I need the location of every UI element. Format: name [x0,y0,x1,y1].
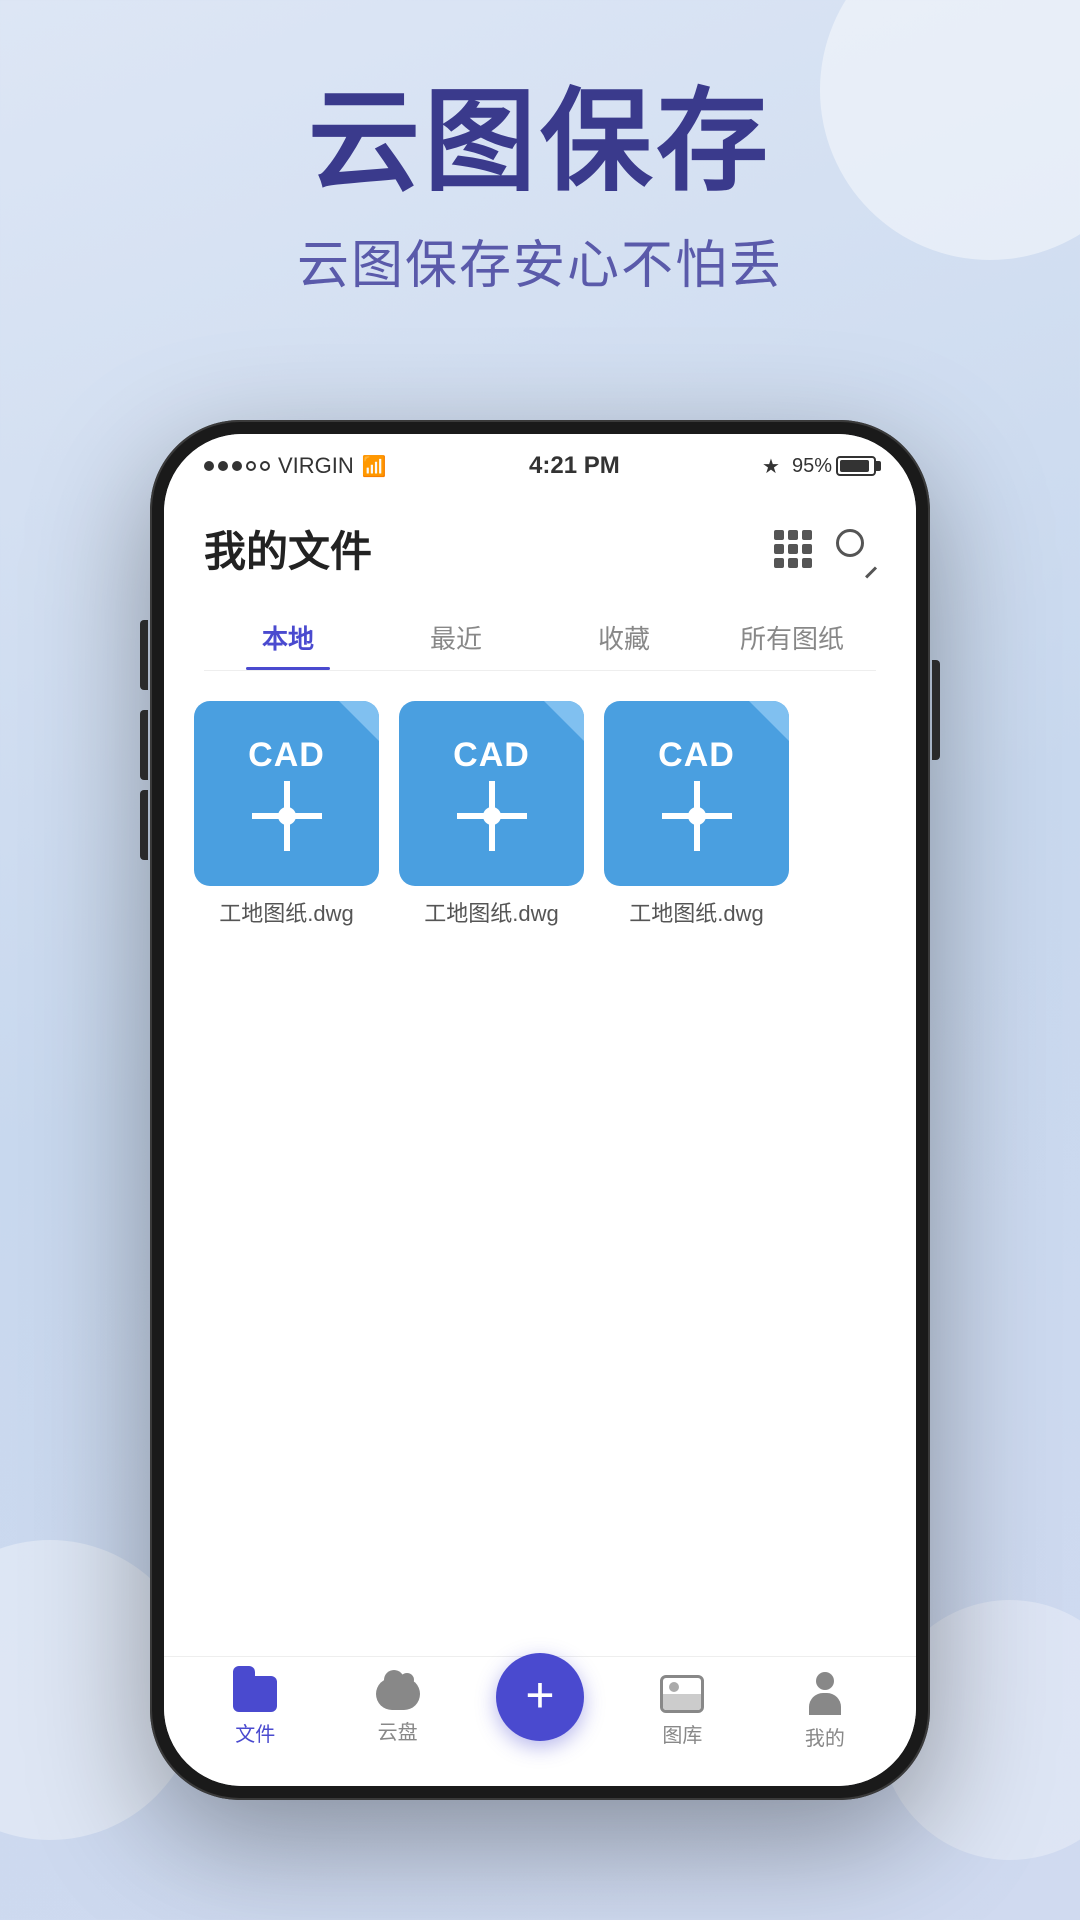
crosshair-center [688,807,706,825]
nav-item-profile[interactable]: 我的 [754,1672,896,1751]
crosshair-center [278,807,296,825]
file-item-1[interactable]: CAD 工地图纸.dwg [194,701,379,928]
phone-outer-frame: VIRGIN 📶 4:21 PM ★ 95% 我的文件 [150,420,930,1800]
grid-dot [788,558,798,568]
battery-container: 95% [792,455,876,478]
carrier-label: VIRGIN [278,453,354,479]
nav-item-cloud[interactable]: 云盘 [326,1678,468,1745]
plus-button[interactable]: + [496,1653,584,1741]
grid-view-button[interactable] [774,530,812,568]
search-button[interactable] [836,529,876,569]
header-actions [774,529,876,569]
file-name-2: 工地图纸.dwg [424,896,558,928]
cad-label-2: CAD [453,736,530,775]
battery-percent: 95% [792,455,832,478]
cloud-icon [376,1678,420,1710]
grid-dot [774,544,784,554]
signal-dot-2 [218,461,228,471]
hero-section: 云图保存 云图保存安心不怕丢 [0,80,1080,298]
file-grid: CAD 工地图纸.dwg CAD [164,671,916,1656]
signal-dot-5 [260,461,270,471]
tab-all-drawings[interactable]: 所有图纸 [708,603,876,670]
cad-label-3: CAD [658,736,735,775]
person-icon [806,1672,844,1716]
cad-file-icon-3: CAD [604,701,789,886]
bluetooth-icon: ★ [762,454,780,479]
nav-label-files: 文件 [235,1718,275,1747]
crosshair-center [483,807,501,825]
cad-file-icon-1: CAD [194,701,379,886]
tab-local[interactable]: 本地 [204,603,372,670]
status-right: ★ 95% [762,454,876,479]
status-time: 4:21 PM [529,452,620,480]
grid-dot [788,544,798,554]
hero-subtitle: 云图保存安心不怕丢 [60,223,1020,298]
files-row: CAD 工地图纸.dwg CAD [194,701,886,928]
phone-screen: VIRGIN 📶 4:21 PM ★ 95% 我的文件 [164,434,916,1786]
app-title: 我的文件 [204,518,372,579]
signal-dot-1 [204,461,214,471]
app-title-row: 我的文件 [204,518,876,579]
nav-label-profile: 我的 [805,1722,845,1751]
tabs-row: 本地 最近 收藏 所有图纸 [204,603,876,671]
grid-dot [774,558,784,568]
cad-crosshair-1 [252,781,322,851]
grid-dot [788,530,798,540]
person-body [809,1693,841,1715]
status-bar: VIRGIN 📶 4:21 PM ★ 95% [164,434,916,498]
status-left: VIRGIN 📶 [204,453,387,479]
app-header: 我的文件 [164,498,916,671]
person-head [816,1672,834,1690]
wifi-icon: 📶 [362,454,387,479]
file-name-3: 工地图纸.dwg [629,896,763,928]
cad-crosshair-2 [457,781,527,851]
file-item-3[interactable]: CAD 工地图纸.dwg [604,701,789,928]
tab-favorites[interactable]: 收藏 [540,603,708,670]
phone-mockup: VIRGIN 📶 4:21 PM ★ 95% 我的文件 [150,420,930,1800]
cad-file-icon-2: CAD [399,701,584,886]
grid-dot [802,530,812,540]
nav-item-plus[interactable]: + [469,1683,611,1741]
tab-recent[interactable]: 最近 [372,603,540,670]
search-handle-icon [865,566,877,578]
hero-title: 云图保存 [60,80,1020,203]
battery-fill [840,460,869,472]
gallery-icon [660,1675,704,1713]
nav-label-gallery: 图库 [662,1719,702,1748]
nav-item-files[interactable]: 文件 [184,1676,326,1747]
cad-label-1: CAD [248,736,325,775]
grid-dot [802,558,812,568]
file-name-1: 工地图纸.dwg [219,896,353,928]
grid-dot [802,544,812,554]
search-circle-icon [836,529,864,557]
signal-dot-3 [232,461,242,471]
grid-dot [774,530,784,540]
file-item-2[interactable]: CAD 工地图纸.dwg [399,701,584,928]
nav-item-gallery[interactable]: 图库 [611,1675,753,1748]
battery-icon [836,456,876,476]
folder-icon [233,1676,277,1712]
nav-label-cloud: 云盘 [378,1716,418,1745]
bottom-nav: 文件 云盘 + 图库 [164,1656,916,1786]
plus-icon: + [525,1670,554,1720]
cad-crosshair-3 [662,781,732,851]
signal-dot-4 [246,461,256,471]
signal-dots [204,461,270,471]
